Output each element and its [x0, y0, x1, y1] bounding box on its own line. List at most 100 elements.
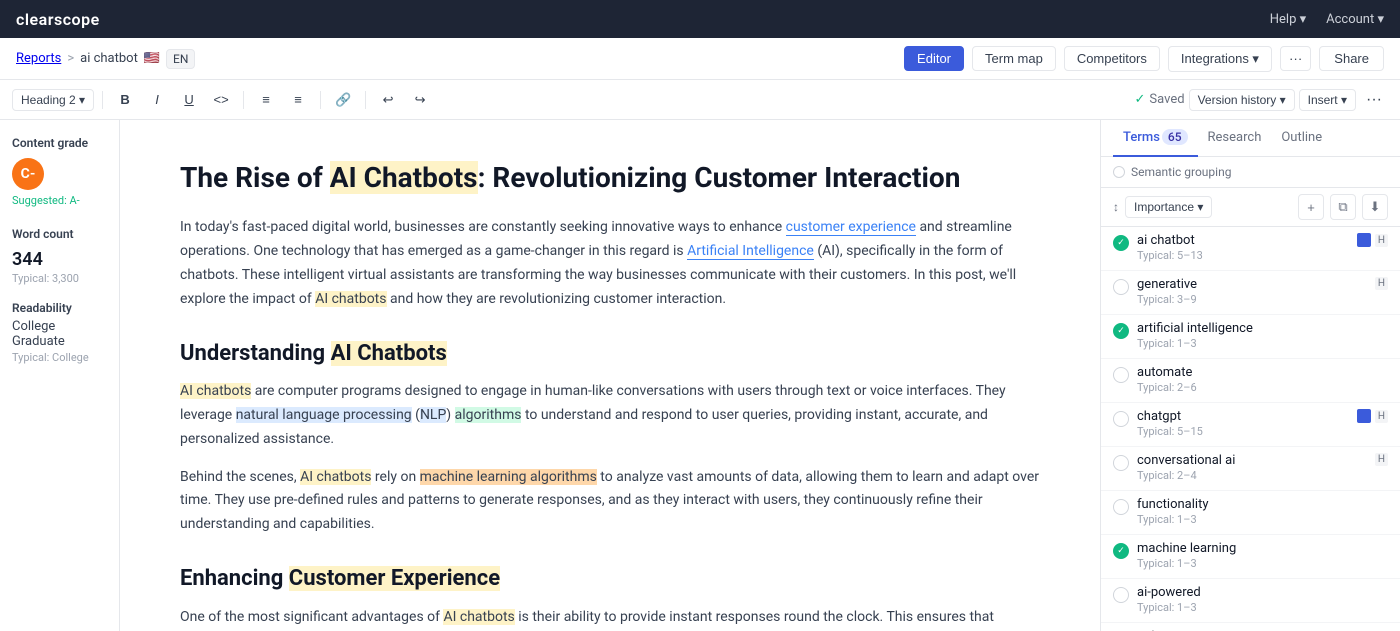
term-typical: Typical: 2–6 — [1137, 381, 1380, 394]
ai-chatbots-highlight-p4: AI chatbots — [443, 609, 514, 625]
term-info: functionalityTypical: 1–3 — [1137, 497, 1380, 526]
link-button[interactable]: 🔗 — [329, 86, 357, 114]
terms-list: ai chatbotTypical: 5–13HgenerativeTypica… — [1101, 227, 1400, 631]
add-term-button[interactable]: + — [1298, 194, 1324, 220]
share-button[interactable]: Share — [1319, 46, 1384, 71]
paragraph-1: In today's fast-paced digital world, bus… — [180, 216, 1040, 311]
editor-area[interactable]: The Rise of AI Chatbots: Revolutionizing… — [120, 120, 1100, 631]
code-button[interactable]: <> — [207, 86, 235, 114]
term-check-icon[interactable] — [1113, 455, 1129, 471]
research-tab[interactable]: Research — [1198, 120, 1272, 157]
term-blue-badge — [1357, 233, 1371, 247]
article-heading-3: Enhancing Customer Experience — [180, 565, 1040, 594]
content-grade-label: Content grade — [12, 136, 107, 150]
toolbar-divider-1 — [102, 91, 103, 109]
list-item[interactable]: apiTypical: 1–3 — [1101, 623, 1400, 631]
ai-chatbots-highlight-p2: AI chatbots — [180, 383, 251, 399]
competitors-button[interactable]: Competitors — [1064, 46, 1160, 71]
term-check-icon[interactable] — [1113, 279, 1129, 295]
integrations-button[interactable]: Integrations ▾ — [1168, 46, 1272, 72]
term-check-icon[interactable] — [1113, 411, 1129, 427]
list-item[interactable]: conversational aiTypical: 2–4 H — [1101, 447, 1400, 491]
breadcrumb-actions: Editor Term map Competitors Integrations… — [904, 46, 1384, 72]
redo-button[interactable]: ↪ — [406, 86, 434, 114]
breadcrumb-bar: Reports > ai chatbot 🇺🇸 EN Editor Term m… — [0, 38, 1400, 80]
saved-label: Saved — [1149, 92, 1184, 107]
term-name: artificial intelligence — [1137, 321, 1380, 336]
list-item[interactable]: generativeTypical: 3–9H — [1101, 271, 1400, 315]
term-typical: Typical: 1–3 — [1137, 337, 1380, 350]
semantic-radio[interactable] — [1113, 166, 1125, 178]
ai-chatbots-highlight-title: AI Chatbots — [330, 161, 478, 194]
list-item[interactable]: functionalityTypical: 1–3 — [1101, 491, 1400, 535]
term-check-icon[interactable] — [1113, 499, 1129, 515]
undo-button[interactable]: ↩ — [374, 86, 402, 114]
toolbar-divider-2 — [243, 91, 244, 109]
term-h-badge: H — [1375, 453, 1388, 466]
list-item[interactable]: ai chatbotTypical: 5–13 H — [1101, 227, 1400, 271]
nlp-highlight: natural language processing — [236, 407, 412, 423]
editor-tab-button[interactable]: Editor — [904, 46, 964, 71]
download-terms-button[interactable]: ⬇ — [1362, 194, 1388, 220]
term-name: generative — [1137, 277, 1367, 292]
italic-button[interactable]: I — [143, 86, 171, 114]
term-typical: Typical: 2–4 — [1137, 469, 1367, 482]
toolbar-divider-3 — [320, 91, 321, 109]
term-check-icon[interactable] — [1113, 587, 1129, 603]
term-name: conversational ai — [1137, 453, 1367, 468]
reports-link[interactable]: Reports — [16, 51, 61, 66]
underline-button[interactable]: U — [175, 86, 203, 114]
readability-section: Readability College Graduate Typical: Co… — [12, 301, 107, 364]
term-h-badge: H — [1375, 234, 1388, 247]
list-item[interactable]: machine learningTypical: 1–3 — [1101, 535, 1400, 579]
term-info: conversational aiTypical: 2–4 — [1137, 453, 1367, 482]
numbered-list-button[interactable]: ≡ — [284, 86, 312, 114]
insert-button[interactable]: Insert ▾ — [1299, 89, 1356, 111]
term-typical: Typical: 1–3 — [1137, 601, 1380, 614]
ai-chatbots-highlight-h2: AI Chatbots — [331, 341, 447, 366]
term-blue-badge — [1357, 409, 1371, 423]
nav-right-actions: Help ▾ Account ▾ — [1270, 12, 1384, 27]
article-heading-2: Understanding AI Chatbots — [180, 340, 1040, 369]
machine-learning-highlight: machine learning algorithms — [420, 469, 597, 485]
algorithms-highlight: algorithms — [455, 407, 522, 423]
term-name: ai chatbot — [1137, 233, 1349, 248]
terms-count-badge: 65 — [1162, 129, 1188, 145]
sort-importance-button[interactable]: Importance ▾ — [1125, 196, 1212, 218]
term-typical: Typical: 5–13 — [1137, 249, 1349, 262]
list-item[interactable]: chatgptTypical: 5–15H — [1101, 403, 1400, 447]
more-options-button[interactable]: ··· — [1280, 46, 1311, 71]
editor-content: The Rise of AI Chatbots: Revolutionizing… — [180, 160, 1040, 631]
bold-button[interactable]: B — [111, 86, 139, 114]
ai-chatbots-highlight-p1: AI chatbots — [315, 291, 386, 307]
term-name: chatgpt — [1137, 409, 1349, 424]
help-menu[interactable]: Help ▾ — [1270, 12, 1306, 27]
term-check-icon[interactable] — [1113, 543, 1129, 559]
suggested-grade: Suggested: A- — [12, 194, 107, 207]
term-check-icon[interactable] — [1113, 367, 1129, 383]
readability-value: College Graduate — [12, 319, 107, 349]
copy-terms-button[interactable]: ⧉ — [1330, 194, 1356, 220]
more-toolbar-button[interactable]: ··· — [1360, 86, 1388, 114]
paragraph-3: Behind the scenes, AI chatbots rely on m… — [180, 466, 1040, 537]
heading-selector[interactable]: Heading 2 ▾ — [12, 89, 94, 111]
term-info: artificial intelligenceTypical: 1–3 — [1137, 321, 1380, 350]
account-menu[interactable]: Account ▾ — [1326, 12, 1384, 27]
term-check-icon[interactable] — [1113, 235, 1129, 251]
word-count-label: Word count — [12, 227, 107, 241]
artificial-intelligence-link: Artificial Intelligence — [687, 243, 814, 260]
term-info: ai-poweredTypical: 1–3 — [1137, 585, 1380, 614]
term-name: functionality — [1137, 497, 1380, 512]
term-map-button[interactable]: Term map — [972, 46, 1056, 71]
left-sidebar: Content grade C- Suggested: A- Word coun… — [0, 120, 120, 631]
list-item[interactable]: artificial intelligenceTypical: 1–3 — [1101, 315, 1400, 359]
list-item[interactable]: automateTypical: 2–6 — [1101, 359, 1400, 403]
version-history-button[interactable]: Version history ▾ — [1189, 89, 1295, 111]
sort-controls: ↕ Importance ▾ + ⧉ ⬇ — [1101, 188, 1400, 227]
outline-tab[interactable]: Outline — [1271, 120, 1332, 157]
bullets-button[interactable]: ≡ — [252, 86, 280, 114]
terms-tab[interactable]: Terms65 — [1113, 120, 1198, 157]
list-item[interactable]: ai-poweredTypical: 1–3 — [1101, 579, 1400, 623]
term-check-icon[interactable] — [1113, 323, 1129, 339]
word-count-typical: Typical: 3,300 — [12, 272, 107, 285]
